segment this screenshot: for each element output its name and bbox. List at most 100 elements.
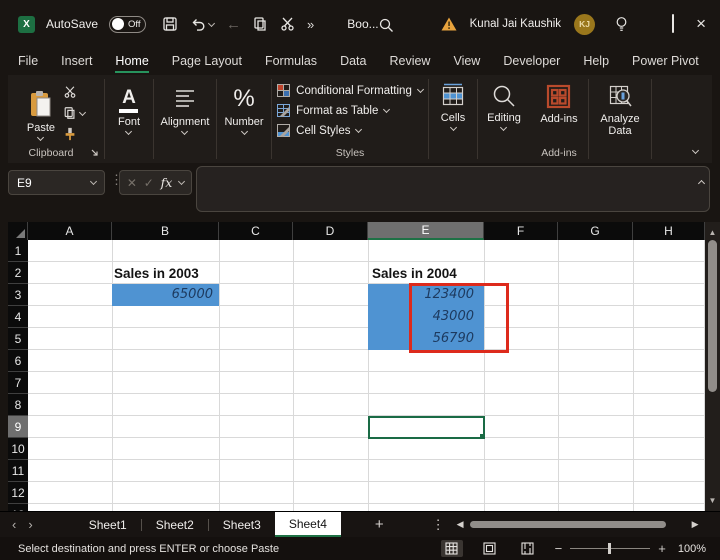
active-cell-e9[interactable] — [368, 416, 485, 439]
row-header-2[interactable]: 2 — [8, 262, 28, 284]
autosave-toggle[interactable]: Off — [109, 15, 147, 33]
row-header-4[interactable]: 4 — [8, 306, 28, 328]
user-name[interactable]: Kunal Jai Kaushik — [470, 18, 561, 30]
tab-help[interactable]: Help — [583, 50, 609, 74]
sheet-tab-sheet4[interactable]: Sheet4 — [274, 512, 341, 537]
warning-icon[interactable] — [441, 17, 457, 31]
paste-dropdown-icon[interactable] — [37, 133, 45, 142]
sheet-tab-sheet3[interactable]: Sheet3 — [209, 512, 275, 537]
tab-review[interactable]: Review — [389, 50, 430, 74]
tab-view[interactable]: View — [453, 50, 480, 74]
search-button[interactable] — [378, 17, 395, 34]
zoom-slider[interactable] — [570, 543, 651, 554]
close-button[interactable]: × — [696, 15, 706, 32]
undo-dropdown-icon[interactable] — [208, 19, 216, 27]
column-header-h[interactable]: H — [633, 222, 705, 240]
row-header-13[interactable]: 13 — [8, 504, 28, 511]
row-header-6[interactable]: 6 — [8, 350, 28, 372]
cell-b3[interactable]: 65000 — [112, 284, 219, 306]
row-header-3[interactable]: 3 — [8, 284, 28, 306]
font-button[interactable]: A Font — [118, 75, 140, 163]
tab-insert[interactable]: Insert — [61, 50, 92, 74]
tab-home[interactable]: Home — [115, 50, 149, 74]
formula-input[interactable] — [196, 166, 710, 212]
ribbon-cut-icon[interactable] — [63, 85, 77, 99]
select-all-corner[interactable] — [8, 222, 28, 240]
cell-styles-button[interactable]: Cell Styles — [277, 124, 423, 137]
enter-button[interactable]: ✓ — [144, 176, 154, 190]
clipboard-dialog-launcher-icon[interactable] — [90, 148, 99, 157]
cells-button[interactable]: Cells — [440, 75, 466, 163]
tab-page-layout[interactable]: Page Layout — [172, 50, 242, 74]
format-painter-icon[interactable] — [63, 127, 77, 141]
row-header-12[interactable]: 12 — [8, 482, 28, 504]
zoom-slider-thumb[interactable] — [608, 543, 612, 554]
zoom-in-button[interactable]: + — [658, 541, 666, 556]
save-button[interactable] — [162, 16, 178, 32]
alignment-button[interactable]: Alignment — [161, 75, 209, 163]
format-as-table-button[interactable]: Format as Table — [277, 104, 423, 117]
tab-file[interactable]: File — [18, 50, 38, 74]
row-header-11[interactable]: 11 — [8, 460, 28, 482]
sheet-prev-icon[interactable]: ‹ — [0, 517, 28, 532]
column-header-c[interactable]: C — [219, 222, 293, 240]
page-layout-view-button[interactable] — [479, 540, 501, 557]
user-avatar[interactable]: KJ — [574, 13, 596, 35]
lightbulb-icon[interactable] — [614, 16, 629, 33]
new-sheet-button[interactable]: + — [375, 516, 384, 533]
column-header-g[interactable]: G — [558, 222, 633, 240]
font-glyph: A — [122, 87, 136, 108]
tab-power-pivot[interactable]: Power Pivot — [632, 50, 699, 74]
horizontal-scrollbar-thumb[interactable] — [469, 521, 666, 528]
tab-data[interactable]: Data — [340, 50, 366, 74]
maximize-button[interactable] — [672, 14, 675, 33]
column-header-e[interactable]: E — [368, 222, 484, 240]
autosave-state: Off — [128, 18, 141, 30]
row-header-5[interactable]: 5 — [8, 328, 28, 350]
insert-function-button[interactable]: fx — [161, 175, 173, 190]
scroll-up-icon[interactable]: ▲ — [709, 225, 717, 241]
name-box-dropdown-icon[interactable] — [89, 177, 98, 186]
zoom-out-button[interactable]: − — [555, 541, 563, 556]
normal-view-button[interactable] — [440, 540, 463, 557]
sheet-more-icon[interactable]: ⋮ — [432, 517, 445, 533]
cancel-button[interactable]: ✕ — [127, 176, 137, 190]
ribbon-copy-button[interactable] — [63, 106, 87, 120]
sheet-tab-sheet1[interactable]: Sheet1 — [75, 512, 141, 537]
save-icon — [163, 17, 177, 31]
row-header-8[interactable]: 8 — [8, 394, 28, 416]
column-header-b[interactable]: B — [112, 222, 219, 240]
undo-button[interactable] — [190, 17, 216, 32]
analyze-data-button[interactable]: Analyze Data — [594, 75, 646, 163]
sheet-next-icon[interactable]: › — [28, 517, 44, 532]
row-header-9[interactable]: 9 — [8, 416, 28, 438]
ribbon-collapse-icon[interactable] — [691, 146, 700, 155]
editing-button[interactable]: Editing — [487, 75, 521, 163]
vertical-scrollbar[interactable]: ▲ ▼ — [705, 222, 720, 511]
cell-b2[interactable]: Sales in 2003 — [114, 263, 199, 285]
conditional-formatting-button[interactable]: Conditional Formatting — [277, 84, 424, 97]
tab-developer[interactable]: Developer — [503, 50, 560, 74]
page-break-view-button[interactable] — [517, 540, 539, 557]
copy-button[interactable] — [253, 16, 268, 32]
row-header-10[interactable]: 10 — [8, 438, 28, 460]
scroll-right-icon[interactable]: ▶ — [692, 519, 699, 530]
number-button[interactable]: % Number — [224, 75, 264, 163]
vertical-scrollbar-thumb[interactable] — [708, 240, 717, 392]
zoom-level[interactable]: 100% — [678, 543, 706, 555]
tab-formulas[interactable]: Formulas — [265, 50, 317, 74]
horizontal-scrollbar[interactable]: ◀ ▶ — [457, 519, 699, 530]
cut-button[interactable] — [280, 16, 295, 32]
row-header-1[interactable]: 1 — [8, 240, 28, 262]
sheet-tab-sheet2[interactable]: Sheet2 — [142, 512, 208, 537]
redo-button[interactable]: ← — [226, 16, 241, 33]
row-header-7[interactable]: 7 — [8, 372, 28, 394]
cell-e2[interactable]: Sales in 2004 — [372, 263, 457, 285]
qat-overflow-button[interactable]: » — [307, 17, 314, 32]
column-header-a[interactable]: A — [28, 222, 112, 240]
column-header-f[interactable]: F — [484, 222, 558, 240]
scroll-left-icon[interactable]: ◀ — [457, 519, 464, 530]
name-box[interactable]: E9 — [8, 170, 105, 195]
scroll-down-icon[interactable]: ▼ — [709, 493, 717, 509]
column-header-d[interactable]: D — [293, 222, 368, 240]
